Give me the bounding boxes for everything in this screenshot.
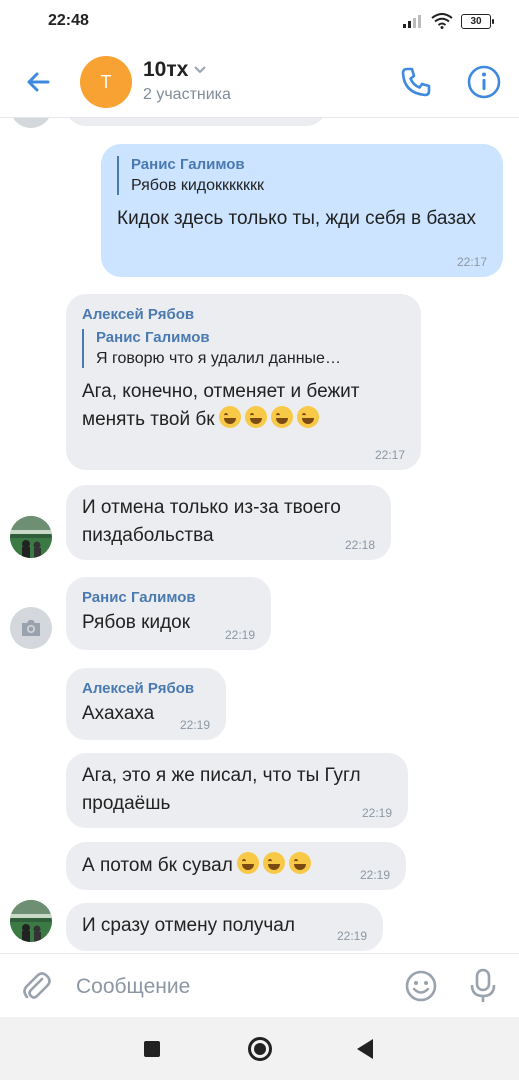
- sender-name: Алексей Рябов: [82, 306, 195, 323]
- reply-text: Рябов кидоккккккк: [131, 177, 264, 194]
- status-icons: 30: [403, 13, 494, 29]
- tears-of-joy-emoji-icon: [288, 852, 311, 874]
- sender-avatar[interactable]: [10, 607, 52, 649]
- back-arrow-icon[interactable]: [22, 66, 54, 98]
- home-button[interactable]: [248, 1037, 272, 1061]
- message-bubble-incoming[interactable]: Алексей Рябов Ранис Галимов Я говорю что…: [66, 294, 421, 470]
- tears-of-joy-emoji-icon: [236, 852, 259, 874]
- battery-icon: 30: [461, 13, 494, 29]
- message-text-body: А потом бк сувал: [82, 855, 233, 876]
- tears-of-joy-emoji-icon: [262, 852, 285, 874]
- message-time: 22:19: [361, 806, 392, 820]
- message-bubble-incoming[interactable]: Алексей Рябов Ахахаха 22:19: [66, 668, 226, 740]
- rolling-laughing-emoji-icon: [244, 406, 267, 428]
- chevron-down-icon: [194, 66, 207, 74]
- message-time: 22:18: [344, 538, 375, 552]
- smile-icon[interactable]: [404, 969, 438, 1003]
- sender-name: Алексей Рябов: [82, 680, 195, 697]
- reply-quote[interactable]: Ранис Галимов Рябов кидоккккккк: [117, 156, 487, 195]
- message-time: 22:19: [359, 868, 390, 882]
- message-bubble-incoming[interactable]: И отмена только из-за твоего пиздабольст…: [66, 485, 391, 560]
- chat-title-text: 10тх: [143, 58, 189, 81]
- message-text: И сразу отмену получал: [82, 915, 295, 936]
- chat-title[interactable]: 10тх: [143, 58, 207, 82]
- message-bubble-incoming[interactable]: Ранис Галимов Рябов кидок 22:19: [66, 577, 271, 650]
- message-time: 22:19: [224, 628, 255, 642]
- message-text: А потом бк сувал: [82, 852, 390, 879]
- phone-call-icon[interactable]: [398, 64, 434, 100]
- message-time: 22:17: [374, 448, 405, 462]
- message-time: 22:17: [456, 255, 487, 269]
- rolling-laughing-emoji-icon: [270, 406, 293, 428]
- message-bubble-incoming[interactable]: Ага, это я же писал, что ты Гугл продаёш…: [66, 753, 408, 828]
- message-text: И отмена только из-за твоего пиздабольст…: [82, 497, 341, 546]
- status-bar: 22:48 30: [0, 0, 519, 46]
- rolling-laughing-emoji-icon: [296, 406, 319, 428]
- chat-subtitle: 2 участника: [143, 86, 231, 103]
- sender-avatar[interactable]: [10, 516, 52, 558]
- recent-apps-button[interactable]: [144, 1041, 160, 1057]
- signal-icon: [403, 15, 421, 28]
- message-input[interactable]: [66, 968, 386, 1006]
- message-time: 22:19: [179, 718, 210, 732]
- system-nav-bar: [0, 1017, 519, 1080]
- paperclip-icon[interactable]: [20, 970, 54, 1004]
- message-bubble-incoming[interactable]: А потом бк сувал 22:19: [66, 842, 406, 890]
- chat-header: T 10тх 2 участника: [0, 46, 519, 118]
- reply-author: Ранис Галимов: [131, 156, 245, 173]
- message-composer: [0, 953, 519, 1017]
- message-text: Ага, конечно, отменяет и бежит менять тв…: [82, 378, 405, 434]
- reply-author: Ранис Галимов: [96, 329, 210, 346]
- wifi-icon: [431, 13, 453, 29]
- message-bubble-partial: [66, 118, 326, 126]
- message-text: Ага, это я же писал, что ты Гугл продаёш…: [82, 765, 361, 814]
- status-time: 22:48: [48, 12, 89, 29]
- rolling-laughing-emoji-icon: [218, 406, 241, 428]
- stadium-photo-icon: [10, 516, 52, 558]
- stadium-photo-icon: [10, 900, 52, 942]
- message-time: 22:19: [336, 929, 367, 943]
- back-button[interactable]: [357, 1039, 373, 1059]
- message-list[interactable]: Ранис Галимов Рябов кидоккккккк Кидок зд…: [0, 118, 519, 953]
- message-text: Кидок здесь только ты, жди себя в базах: [117, 208, 476, 229]
- message-bubble-outgoing[interactable]: Ранис Галимов Рябов кидоккккккк Кидок зд…: [101, 144, 503, 277]
- message-bubble-incoming[interactable]: И сразу отмену получал 22:19: [66, 903, 383, 951]
- reply-quote[interactable]: Ранис Галимов Я говорю что я удалил данн…: [82, 329, 405, 368]
- info-icon[interactable]: [466, 64, 502, 100]
- sender-avatar[interactable]: [10, 900, 52, 942]
- sender-avatar-partial: [10, 118, 52, 128]
- microphone-icon[interactable]: [466, 967, 500, 1005]
- reply-text: Я говорю что я удалил данные…: [96, 350, 341, 367]
- sender-name: Ранис Галимов: [82, 589, 196, 606]
- chat-avatar[interactable]: T: [80, 56, 132, 108]
- camera-icon: [22, 620, 40, 636]
